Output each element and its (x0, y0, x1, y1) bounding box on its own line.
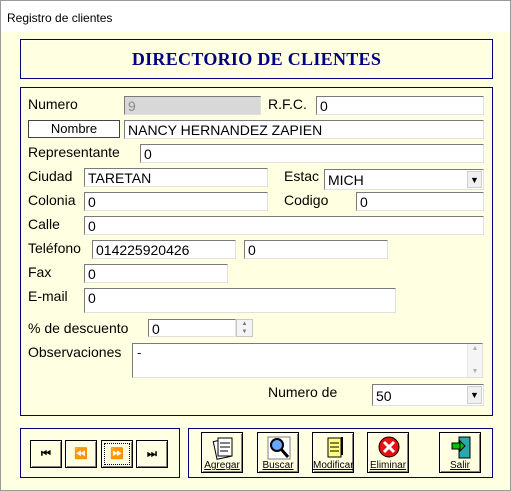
observaciones-value: - (137, 345, 142, 360)
representante-label: Representante (28, 144, 120, 160)
codigo-field[interactable]: 0 (356, 192, 484, 211)
fax-label: Fax (28, 264, 52, 280)
telefono-label: Teléfono (28, 240, 81, 256)
edit-document-icon (327, 437, 343, 458)
fax-field[interactable]: 0 (84, 264, 228, 283)
delete-icon (378, 436, 400, 458)
rfc-field[interactable]: 0 (316, 96, 484, 115)
chevron-down-icon[interactable]: ▼ (467, 386, 482, 404)
numero-de-value: 50 (376, 388, 392, 404)
eliminar-button[interactable]: Eliminar (367, 432, 409, 473)
numero-field: 9 (124, 96, 261, 115)
telefono2-field[interactable]: 0 (244, 240, 388, 259)
add-document-icon (212, 437, 233, 460)
spin-down-icon[interactable]: ▼ (237, 328, 252, 336)
email-field[interactable]: 0 (84, 288, 396, 313)
first-record-button[interactable]: ⏮ (30, 440, 62, 468)
chevron-down-icon[interactable]: ▼ (467, 171, 482, 188)
spin-up-icon[interactable]: ▲ (237, 320, 252, 328)
eliminar-label: Eliminar (369, 460, 407, 471)
next-record-button[interactable]: ⏩ (101, 440, 133, 468)
colonia-label: Colonia (28, 192, 76, 208)
last-record-button[interactable]: ⏭ (136, 440, 168, 468)
ciudad-label: Ciudad (28, 168, 73, 184)
header-panel: DIRECTORIO DE CLIENTES (20, 39, 493, 79)
colonia-field[interactable]: 0 (84, 192, 268, 211)
page-title: DIRECTORIO DE CLIENTES (131, 49, 382, 69)
salir-label: Salir (449, 460, 470, 471)
calle-label: Calle (28, 216, 60, 232)
descuento-spinner[interactable]: ▲ ▼ (236, 319, 253, 337)
scroll-down-icon[interactable]: ▼ (468, 367, 482, 377)
exit-door-icon (451, 436, 471, 459)
representante-field[interactable]: 0 (140, 144, 484, 163)
descuento-field[interactable]: 0 (148, 319, 236, 337)
search-icon (267, 436, 291, 460)
numero-label: Numero (28, 96, 78, 112)
estado-select[interactable]: MICH ▼ (324, 169, 484, 190)
telefono-field[interactable]: 014225920426 (92, 240, 236, 259)
agregar-label: Agregar (204, 460, 240, 471)
salir-button[interactable]: Salir (439, 432, 481, 473)
modificar-button[interactable]: Modificar (312, 432, 354, 473)
estado-label: Estac (284, 168, 320, 184)
email-label: E-mail (28, 288, 68, 304)
window-title: Registro de clientes (7, 11, 113, 25)
numero-de-label: Numero de (268, 384, 338, 400)
nombre-field[interactable]: NANCY HERNANDEZ ZAPIEN (124, 120, 484, 139)
calle-field[interactable]: 0 (84, 216, 484, 235)
descuento-label: % de descuento (28, 320, 129, 336)
buscar-button[interactable]: Buscar (257, 432, 299, 473)
observaciones-field[interactable]: - ▲ ▼ (132, 343, 483, 378)
estado-value: MICH (328, 172, 364, 188)
scroll-up-icon[interactable]: ▲ (468, 344, 482, 354)
modificar-label: Modificar (313, 460, 354, 471)
rfc-label: R.F.C. (268, 96, 307, 112)
title-bar: Registro de clientes (1, 1, 510, 32)
numero-de-select[interactable]: 50 ▼ (372, 384, 484, 406)
observaciones-scrollbar[interactable]: ▲ ▼ (467, 344, 482, 377)
agregar-button[interactable]: Agregar (201, 432, 243, 473)
codigo-label: Codigo (284, 192, 329, 208)
previous-record-button[interactable]: ⏪ (65, 440, 97, 468)
buscar-label: Buscar (262, 460, 294, 471)
clients-window: Registro de clientes DIRECTORIO DE CLIEN… (0, 0, 511, 491)
nombre-button[interactable]: Nombre (28, 120, 120, 138)
ciudad-field[interactable]: TARETAN (84, 168, 268, 187)
observaciones-label: Observaciones (28, 344, 122, 360)
